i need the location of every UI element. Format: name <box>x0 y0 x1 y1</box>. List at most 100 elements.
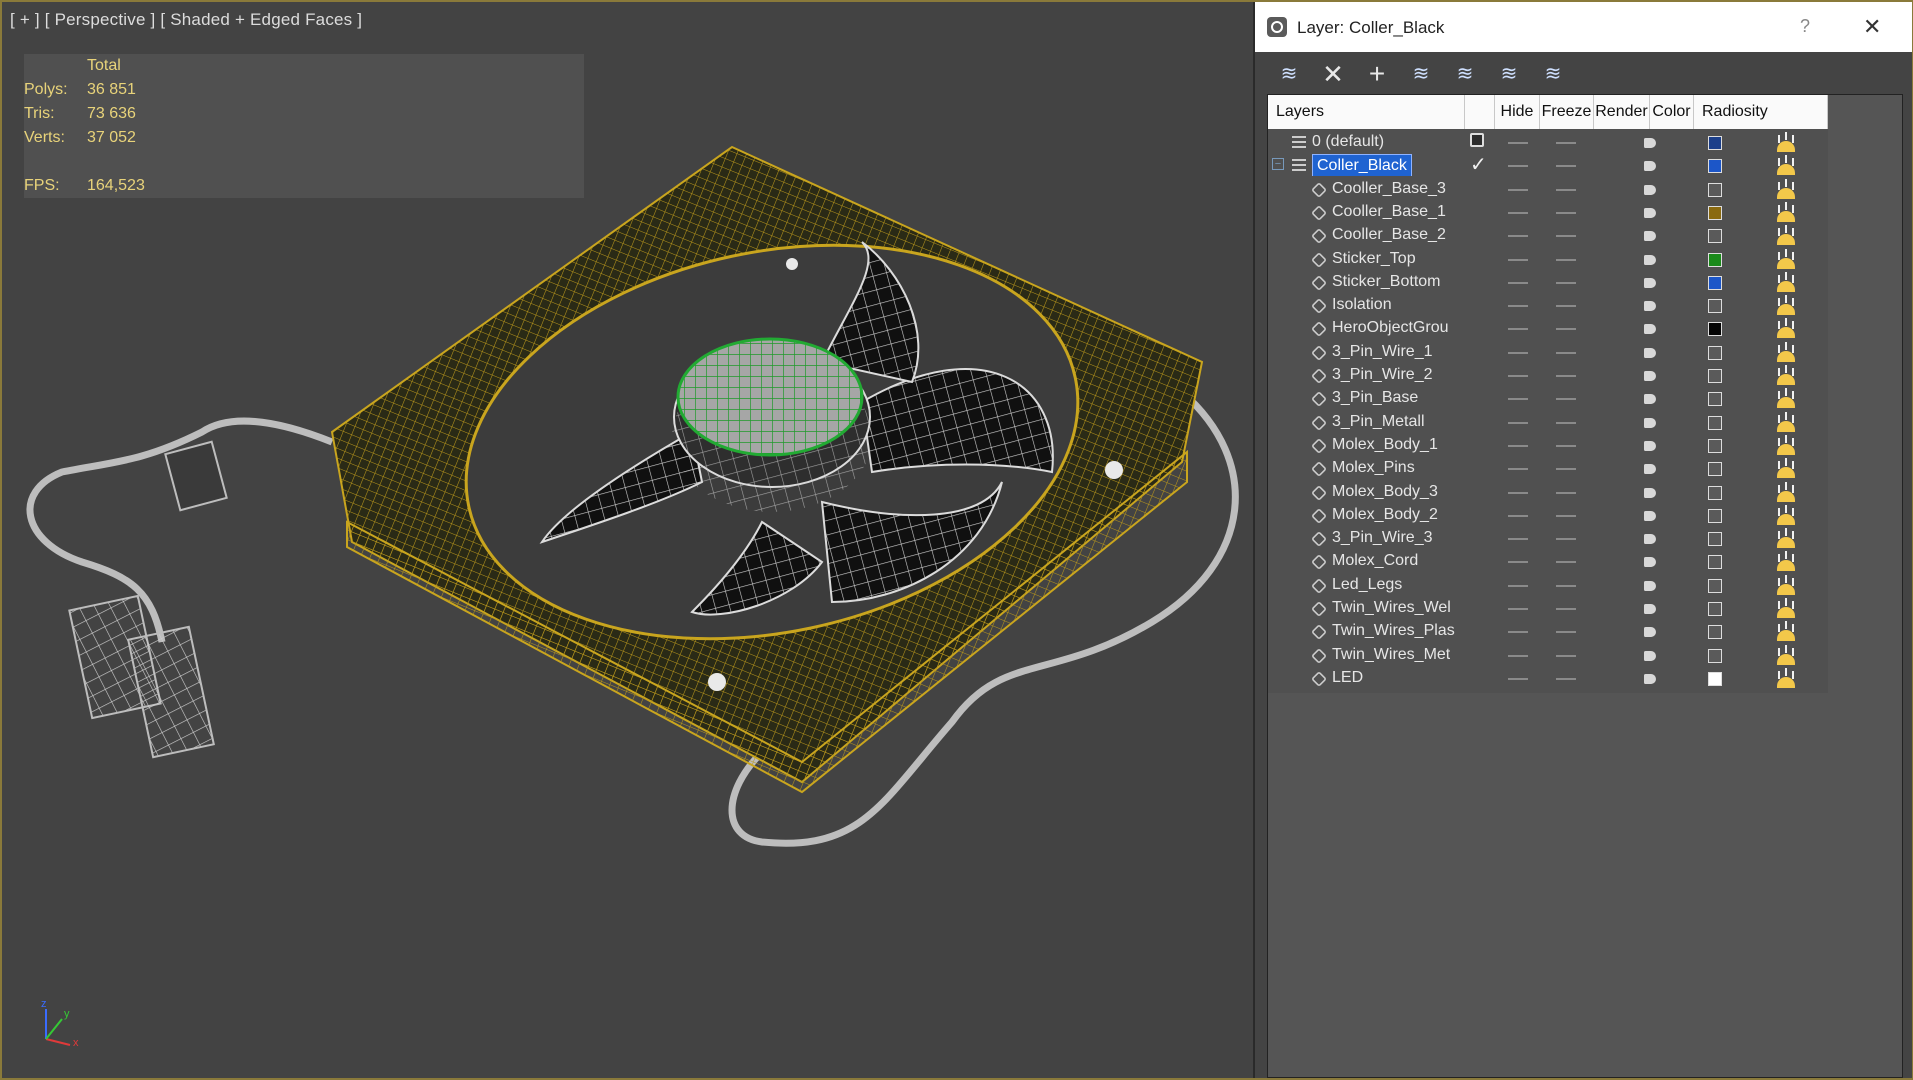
freeze-toggle-icon[interactable] <box>1556 281 1576 284</box>
render-teapot-icon[interactable] <box>1643 602 1659 616</box>
layer-name[interactable]: Twin_Wires_Met <box>1332 646 1450 664</box>
freeze-toggle-icon[interactable] <box>1556 328 1576 331</box>
color-swatch[interactable] <box>1708 671 1722 686</box>
collapse-toggle-icon[interactable]: − <box>1272 158 1284 171</box>
render-teapot-icon[interactable] <box>1643 486 1659 500</box>
perspective-viewport[interactable]: [ + ] [ Perspective ] [ Shaded + Edged F… <box>2 2 1253 1078</box>
hide-toggle-icon[interactable] <box>1508 142 1528 144</box>
color-swatch[interactable] <box>1708 159 1722 174</box>
render-teapot-icon[interactable] <box>1643 346 1659 360</box>
render-teapot-icon[interactable] <box>1643 136 1659 150</box>
freeze-toggle-icon[interactable] <box>1556 188 1576 191</box>
hide-toggle-icon[interactable] <box>1508 514 1528 517</box>
freeze-toggle-icon[interactable] <box>1556 514 1576 517</box>
render-teapot-icon[interactable] <box>1643 532 1659 546</box>
render-teapot-icon[interactable] <box>1643 159 1659 173</box>
freeze-toggle-icon[interactable] <box>1556 677 1576 680</box>
freeze-toggle-icon[interactable] <box>1556 608 1576 610</box>
hide-toggle-icon[interactable] <box>1508 631 1528 634</box>
freeze-all-layers-icon[interactable]: ≋ <box>1539 60 1567 88</box>
color-swatch[interactable] <box>1708 578 1722 593</box>
current-layer-toggle[interactable] <box>1470 133 1484 147</box>
freeze-toggle-icon[interactable] <box>1556 351 1576 354</box>
freeze-toggle-icon[interactable] <box>1556 561 1576 564</box>
panel-titlebar[interactable]: Layer: Coller_Black ? ✕ <box>1255 2 1912 52</box>
freeze-toggle-icon[interactable] <box>1556 654 1576 657</box>
render-teapot-icon[interactable] <box>1643 416 1659 430</box>
layer-name[interactable]: 3_Pin_Wire_3 <box>1332 529 1433 547</box>
hide-toggle-icon[interactable] <box>1508 305 1528 308</box>
layer-row[interactable]: LED <box>1268 664 1828 693</box>
column-current[interactable] <box>1465 95 1495 129</box>
layer-name[interactable]: Cooller_Base_1 <box>1332 203 1446 221</box>
color-swatch[interactable] <box>1708 462 1722 477</box>
hide-toggle-icon[interactable] <box>1508 608 1528 610</box>
layer-name[interactable]: Isolation <box>1332 296 1392 314</box>
hide-toggle-icon[interactable] <box>1508 421 1528 424</box>
column-layers[interactable]: Layers <box>1268 95 1465 129</box>
hide-toggle-icon[interactable] <box>1508 328 1528 331</box>
hide-toggle-icon[interactable] <box>1508 281 1528 284</box>
layer-name[interactable]: Cooller_Base_3 <box>1332 180 1446 198</box>
freeze-toggle-icon[interactable] <box>1556 398 1576 401</box>
color-swatch[interactable] <box>1708 392 1722 407</box>
color-swatch[interactable] <box>1708 345 1722 360</box>
color-swatch[interactable] <box>1708 438 1722 453</box>
layer-name[interactable]: 3_Pin_Metall <box>1332 413 1425 431</box>
freeze-toggle-icon[interactable] <box>1556 235 1576 238</box>
layer-name[interactable]: LED <box>1332 669 1363 687</box>
color-swatch[interactable] <box>1708 205 1722 220</box>
delete-layer-icon[interactable]: ✕ <box>1319 60 1347 88</box>
hide-toggle-icon[interactable] <box>1508 165 1528 168</box>
layer-name[interactable]: Molex_Body_1 <box>1332 436 1438 454</box>
render-teapot-icon[interactable] <box>1643 369 1659 383</box>
color-swatch[interactable] <box>1708 322 1722 337</box>
render-teapot-icon[interactable] <box>1643 672 1659 686</box>
freeze-toggle-icon[interactable] <box>1556 421 1576 424</box>
hide-toggle-icon[interactable] <box>1508 538 1528 541</box>
freeze-toggle-icon[interactable] <box>1556 375 1576 377</box>
layer-name[interactable]: 0 (default) <box>1312 133 1384 151</box>
layer-name[interactable]: Molex_Body_2 <box>1332 506 1438 524</box>
layer-name[interactable]: Cooller_Base_2 <box>1332 226 1446 244</box>
add-to-layer-icon[interactable]: + <box>1363 60 1391 88</box>
hide-toggle-icon[interactable] <box>1508 211 1528 214</box>
render-teapot-icon[interactable] <box>1643 392 1659 406</box>
color-swatch[interactable] <box>1708 648 1722 663</box>
freeze-toggle-icon[interactable] <box>1556 258 1576 261</box>
color-swatch[interactable] <box>1708 532 1722 547</box>
render-teapot-icon[interactable] <box>1643 229 1659 243</box>
layer-name[interactable]: Molex_Cord <box>1332 552 1418 570</box>
hide-toggle-icon[interactable] <box>1508 654 1528 657</box>
freeze-toggle-icon[interactable] <box>1556 142 1576 144</box>
layer-name[interactable]: Sticker_Bottom <box>1332 273 1440 291</box>
hide-toggle-icon[interactable] <box>1508 468 1528 471</box>
column-color[interactable]: Color <box>1650 95 1694 129</box>
select-objects-icon[interactable]: ≋ <box>1407 60 1435 88</box>
hide-all-layers-icon[interactable]: ≋ <box>1495 60 1523 88</box>
hide-toggle-icon[interactable] <box>1508 258 1528 261</box>
color-swatch[interactable] <box>1708 299 1722 314</box>
column-hide[interactable]: Hide <box>1495 95 1540 129</box>
layer-name[interactable]: 3_Pin_Base <box>1332 389 1418 407</box>
render-teapot-icon[interactable] <box>1643 439 1659 453</box>
layer-name[interactable]: Molex_Pins <box>1332 459 1415 477</box>
freeze-toggle-icon[interactable] <box>1556 305 1576 308</box>
close-button[interactable]: ✕ <box>1863 14 1881 40</box>
freeze-toggle-icon[interactable] <box>1556 631 1576 634</box>
color-swatch[interactable] <box>1708 555 1722 570</box>
render-teapot-icon[interactable] <box>1643 649 1659 663</box>
hide-toggle-icon[interactable] <box>1508 398 1528 401</box>
color-swatch[interactable] <box>1708 182 1722 197</box>
freeze-toggle-icon[interactable] <box>1556 538 1576 541</box>
color-swatch[interactable] <box>1708 275 1722 290</box>
hide-toggle-icon[interactable] <box>1508 351 1528 354</box>
render-teapot-icon[interactable] <box>1643 579 1659 593</box>
color-swatch[interactable] <box>1708 625 1722 640</box>
layer-name[interactable]: Twin_Wires_Plas <box>1332 622 1455 640</box>
hide-toggle-icon[interactable] <box>1508 188 1528 191</box>
color-swatch[interactable] <box>1708 369 1722 383</box>
render-teapot-icon[interactable] <box>1643 462 1659 476</box>
render-teapot-icon[interactable] <box>1643 322 1659 336</box>
render-teapot-icon[interactable] <box>1643 555 1659 569</box>
